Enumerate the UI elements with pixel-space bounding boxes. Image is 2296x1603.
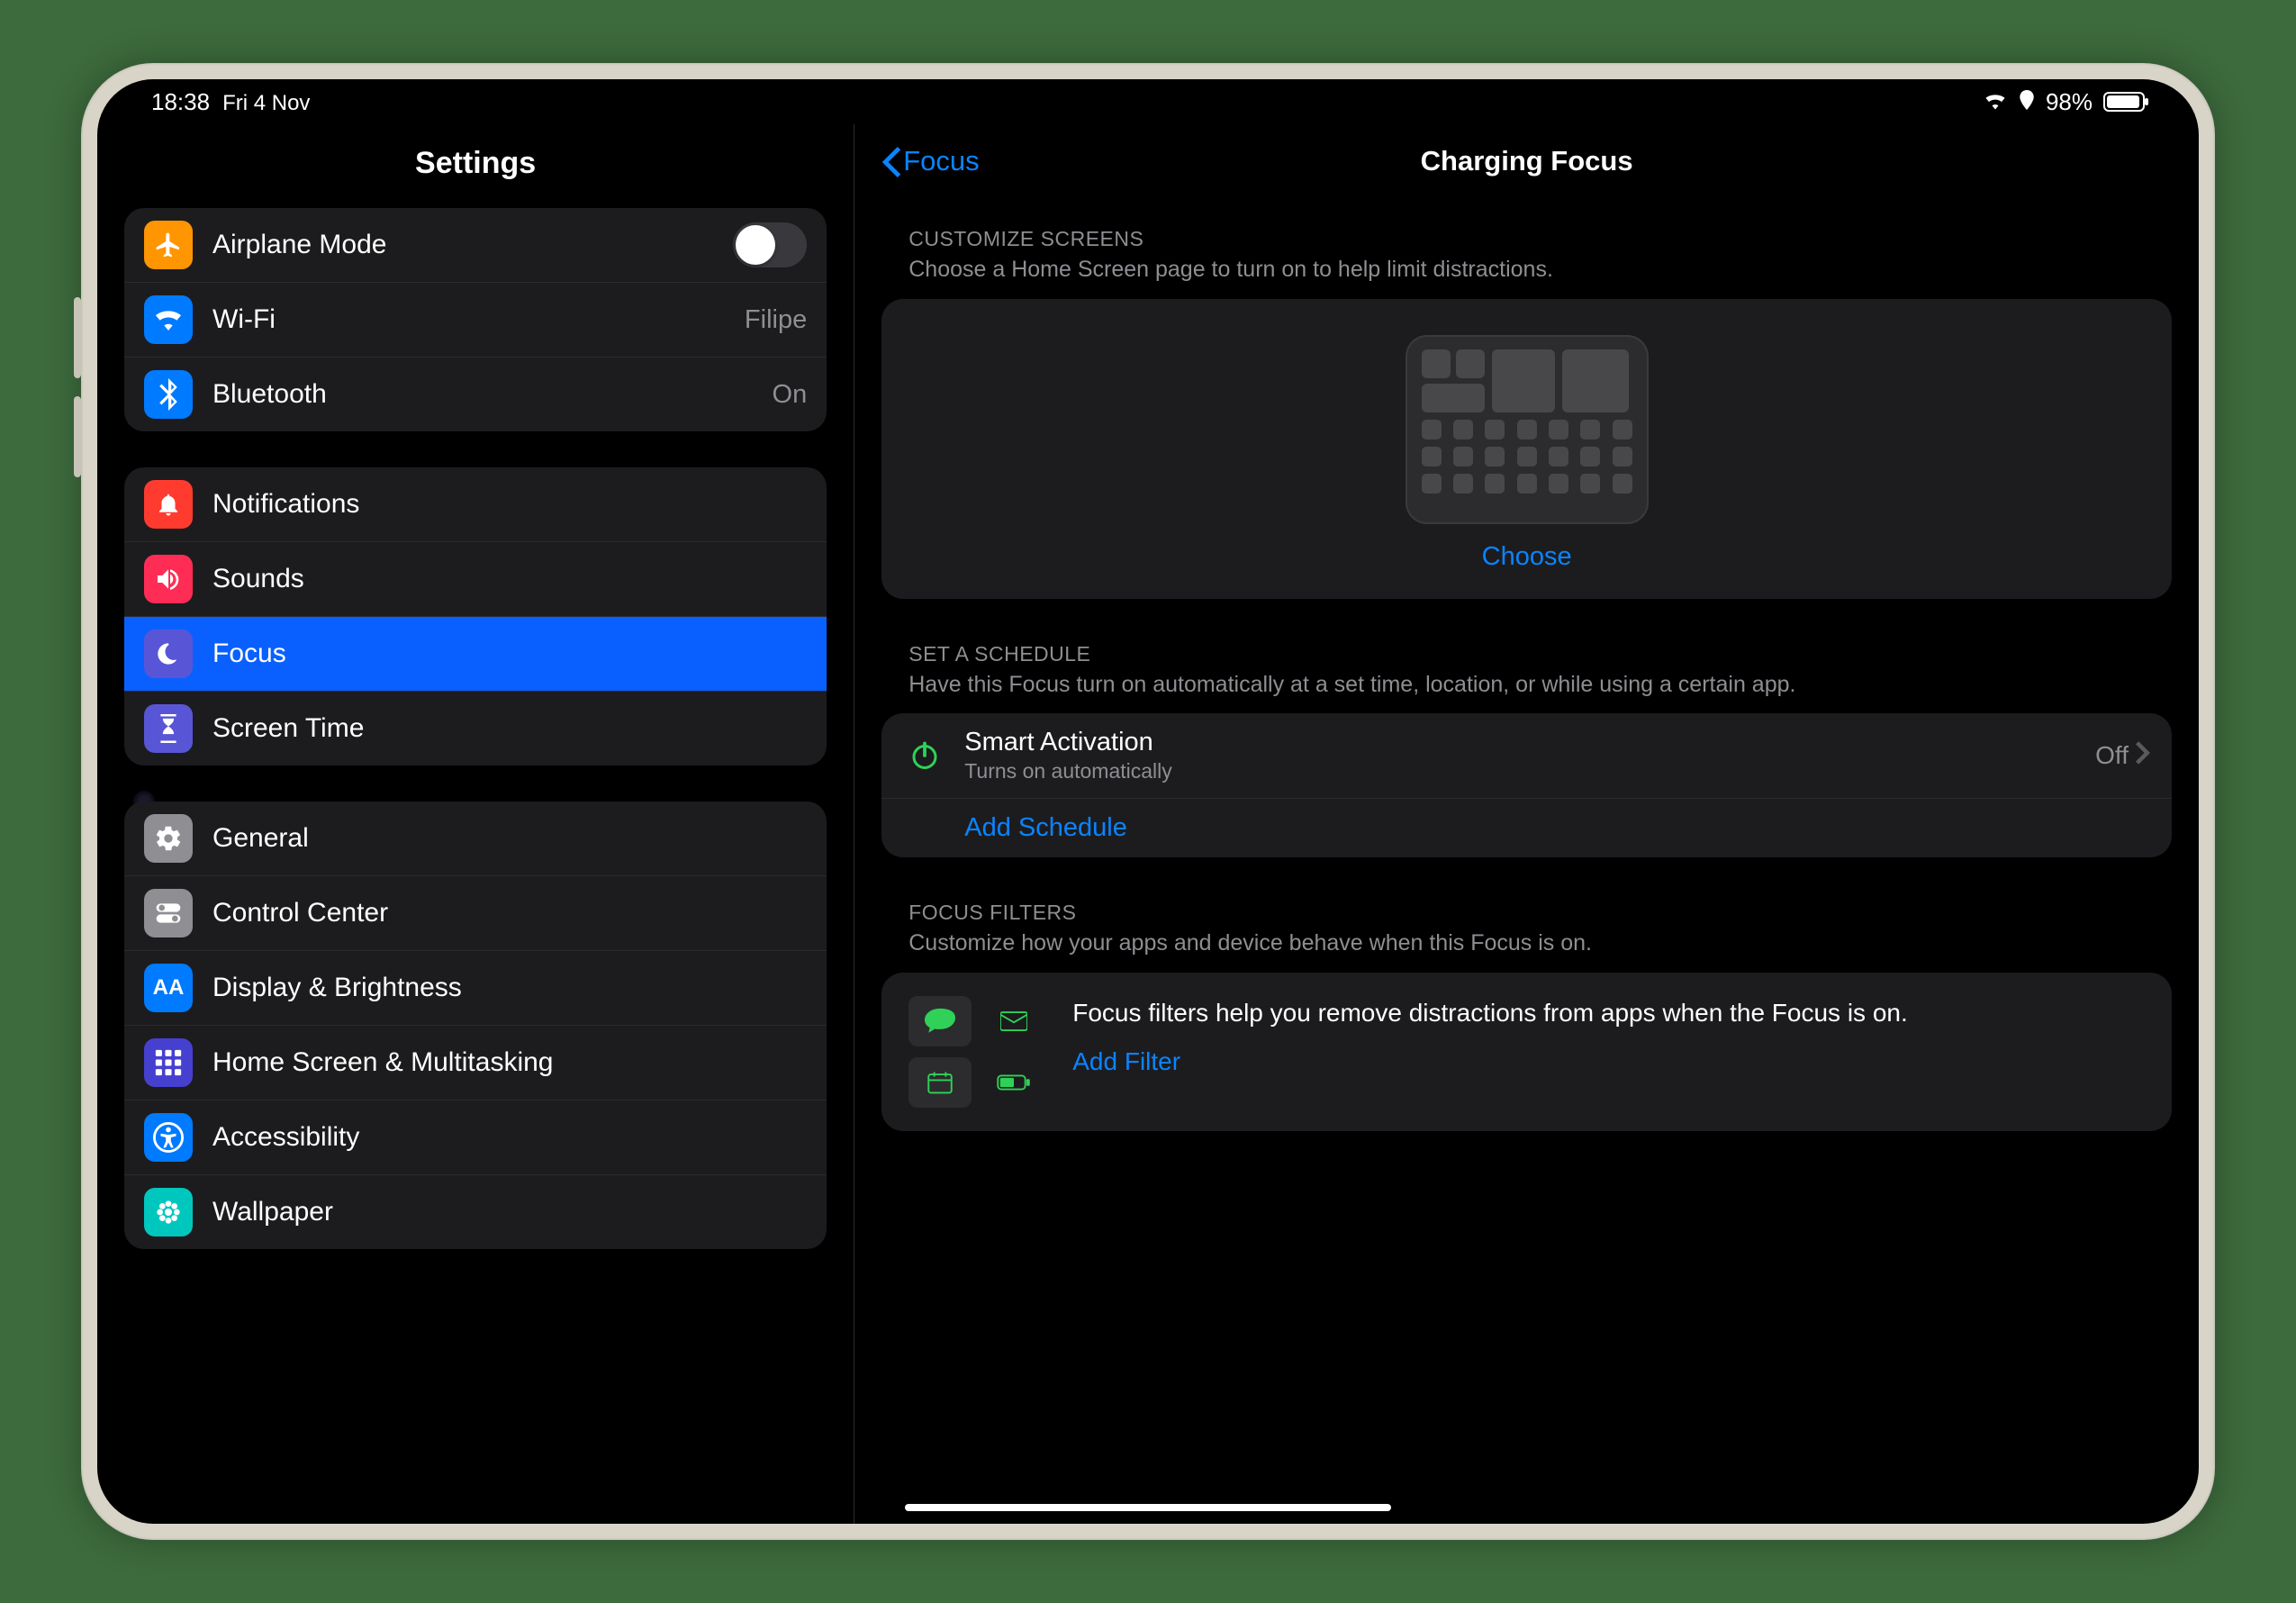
sidebar-item-label: Display & Brightness [212, 973, 807, 1003]
sidebar-item-sounds[interactable]: Sounds [124, 542, 827, 617]
sidebar-item-label: Bluetooth [212, 379, 773, 410]
messages-filter-icon [908, 996, 972, 1046]
sidebar-item-display[interactable]: AA Display & Brightness [124, 951, 827, 1026]
sidebar-group-connectivity: Airplane Mode Wi-Fi Filipe [124, 208, 827, 431]
sidebar-item-label: Focus [212, 638, 807, 669]
wifi-value: Filipe [745, 305, 807, 335]
status-time: 18:38 [151, 88, 210, 116]
section-label-schedule: Set a Schedule [881, 631, 2172, 670]
sidebar-item-label: General [212, 823, 807, 854]
section-sub-customize: Choose a Home Screen page to turn on to … [881, 255, 2172, 299]
sidebar-item-airplane[interactable]: Airplane Mode [124, 208, 827, 283]
sidebar-item-label: Wi-Fi [212, 304, 745, 335]
schedule-card: Smart Activation Turns on automatically … [881, 713, 2172, 857]
sidebar-item-general[interactable]: General [124, 802, 827, 876]
sidebar-item-label: Accessibility [212, 1122, 807, 1153]
accessibility-icon [144, 1113, 193, 1162]
sidebar-group-general: General Control Center AA Display & Brig… [124, 802, 827, 1249]
sidebar-item-accessibility[interactable]: Accessibility [124, 1100, 827, 1175]
chevron-right-icon [2136, 741, 2150, 771]
moon-icon [144, 629, 193, 678]
customize-screens-card: Choose [881, 299, 2172, 599]
filter-icon-grid [908, 996, 1045, 1108]
status-battery-percent: 98% [2046, 88, 2093, 116]
add-schedule-label: Add Schedule [903, 813, 1127, 843]
status-date: Fri 4 Nov [222, 91, 310, 116]
toggles-icon [144, 889, 193, 937]
battery-icon [2103, 92, 2145, 112]
bell-icon [144, 480, 193, 529]
sidebar-item-label: Notifications [212, 489, 807, 520]
wifi-icon [144, 295, 193, 344]
section-sub-filters: Customize how your apps and device behav… [881, 928, 2172, 973]
bluetooth-value: On [773, 380, 808, 410]
home-indicator[interactable] [905, 1504, 1391, 1511]
sidebar-item-label: Screen Time [212, 713, 807, 744]
back-button[interactable]: Focus [881, 145, 979, 177]
sidebar-item-label: Wallpaper [212, 1197, 807, 1227]
sidebar-item-wallpaper[interactable]: Wallpaper [124, 1175, 827, 1249]
sidebar-title: Settings [124, 124, 827, 208]
bluetooth-icon [144, 370, 193, 419]
sidebar-item-bluetooth[interactable]: Bluetooth On [124, 358, 827, 431]
section-label-customize: Customize Screens [881, 216, 2172, 255]
section-label-filters: Focus Filters [881, 890, 2172, 928]
smart-activation-value: Off [2095, 741, 2129, 770]
sidebar-item-home-screen[interactable]: Home Screen & Multitasking [124, 1026, 827, 1100]
sidebar-item-focus[interactable]: Focus [124, 617, 827, 692]
settings-sidebar: Settings Airplane Mode Wi-Fi [97, 124, 854, 1524]
speaker-icon [144, 555, 193, 603]
hourglass-icon [144, 704, 193, 753]
calendar-filter-icon [908, 1057, 972, 1108]
filter-description: Focus filters help you remove distractio… [1072, 996, 2145, 1030]
sidebar-item-label: Sounds [212, 564, 807, 594]
choose-button[interactable]: Choose [1482, 542, 1572, 572]
focus-filters-card: Focus filters help you remove distractio… [881, 973, 2172, 1131]
mail-filter-icon [982, 996, 1045, 1046]
wifi-icon [1983, 88, 2008, 116]
text-size-icon: AA [144, 964, 193, 1012]
sidebar-item-label: Home Screen & Multitasking [212, 1047, 807, 1078]
airplane-toggle[interactable] [733, 222, 807, 267]
sidebar-item-screentime[interactable]: Screen Time [124, 692, 827, 765]
location-icon [2019, 88, 2035, 116]
section-sub-schedule: Have this Focus turn on automatically at… [881, 670, 2172, 714]
sidebar-item-control-center[interactable]: Control Center [124, 876, 827, 951]
power-icon [903, 734, 946, 777]
status-bar: 18:38 Fri 4 Nov 98% [97, 79, 2199, 124]
add-filter-button[interactable]: Add Filter [1072, 1047, 2145, 1076]
back-label: Focus [903, 145, 979, 177]
home-screen-preview[interactable] [1406, 335, 1649, 524]
add-schedule-row[interactable]: Add Schedule [881, 799, 2172, 857]
smart-activation-row[interactable]: Smart Activation Turns on automatically … [881, 713, 2172, 799]
sidebar-group-attention: Notifications Sounds Focus [124, 467, 827, 765]
low-power-filter-icon [982, 1057, 1045, 1108]
detail-header: Focus Charging Focus [881, 124, 2172, 198]
gear-icon [144, 814, 193, 863]
sidebar-item-wifi[interactable]: Wi-Fi Filipe [124, 283, 827, 358]
sidebar-item-label: Airplane Mode [212, 230, 733, 260]
flower-icon [144, 1188, 193, 1236]
smart-activation-title: Smart Activation [964, 728, 2095, 757]
airplane-icon [144, 221, 193, 269]
app-grid-icon [144, 1038, 193, 1087]
smart-activation-subtitle: Turns on automatically [964, 759, 2095, 783]
sidebar-item-notifications[interactable]: Notifications [124, 467, 827, 542]
sidebar-item-label: Control Center [212, 898, 807, 928]
detail-pane: Focus Charging Focus Customize Screens C… [854, 124, 2199, 1524]
page-title: Charging Focus [1421, 145, 1633, 177]
